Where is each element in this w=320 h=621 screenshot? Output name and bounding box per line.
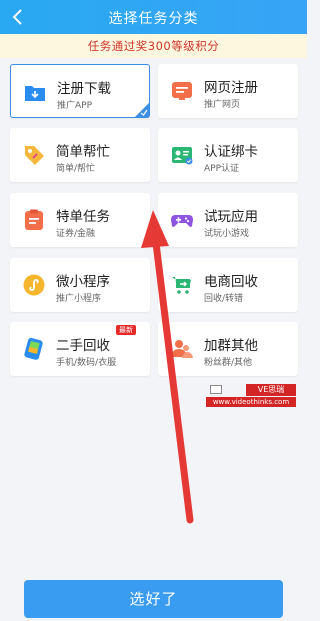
category-card-simple-help[interactable]: 简单帮忙 简单/帮忙 [10,128,150,182]
category-card-web-register[interactable]: 网页注册 推广网页 [158,64,298,118]
clipboard-icon [25,209,43,230]
tag-icon [25,146,44,165]
category-card-register-download[interactable]: 注册下载 推广APP [10,64,150,118]
category-card-mini-program[interactable]: 微小程序 推广小程序 [10,258,150,312]
phone-icon [24,337,43,360]
category-name: 加群其他 [204,338,258,354]
watermark-brand: VE思瑞 [246,384,296,396]
category-subtitle: 推广小程序 [56,294,102,304]
category-name: 网页注册 [204,80,258,96]
watermark: VE思瑞 www.videothinks.com [206,384,296,408]
category-subtitle: 试玩小游戏 [204,229,250,239]
id-card-icon [172,147,193,165]
mini-program-icon [23,274,45,296]
envelope-icon [210,385,222,394]
shopping-cart-icon [172,277,191,294]
category-card-special-task[interactable]: 特单任务 证券/金融 [10,193,150,247]
category-name: 特单任务 [56,209,110,225]
category-name: 注册下载 [57,81,111,97]
page-title: 选择任务分类 [108,11,199,27]
category-name: 简单帮忙 [56,144,110,160]
category-subtitle: 推广网页 [204,100,241,110]
category-name: 认证绑卡 [204,144,258,160]
category-subtitle: APP认证 [204,164,240,174]
category-card-id-bind[interactable]: 认证绑卡 APP认证 [158,128,298,182]
bottom-bar: 选好了 [0,572,307,621]
category-name: 二手回收 [56,338,110,354]
confirm-button[interactable]: 选好了 [24,580,283,618]
category-card-second-hand-recycle[interactable]: 二手回收 手机/数码/衣服 最新 [10,322,150,376]
watermark-url: www.videothinks.com [206,397,296,407]
category-card-ecommerce-recycle[interactable]: 电商回收 回收/转错 [158,258,298,312]
category-name: 电商回收 [204,274,258,290]
gamepad-icon [171,215,193,227]
category-subtitle: 粉丝群/其他 [204,358,253,368]
category-subtitle: 回收/转错 [204,294,244,304]
category-name: 微小程序 [56,274,110,290]
category-subtitle: 简单/帮忙 [56,164,96,174]
reward-notice: 任务通过奖300等级积分 [0,34,307,58]
category-name: 试玩应用 [204,209,258,225]
header-bar: 选择任务分类 [0,0,307,34]
category-subtitle: 手机/数码/衣服 [56,358,117,368]
download-folder-icon [25,86,45,101]
web-page-icon [172,82,192,100]
category-card-trial-app[interactable]: 试玩应用 试玩小游戏 [158,193,298,247]
category-card-join-group[interactable]: 加群其他 粉丝群/其他 [158,322,298,376]
group-icon [171,340,193,358]
category-subtitle: 证券/金融 [56,229,96,239]
category-subtitle: 推广APP [57,101,93,111]
selected-check-icon [135,103,149,117]
new-badge: 最新 [116,325,136,335]
